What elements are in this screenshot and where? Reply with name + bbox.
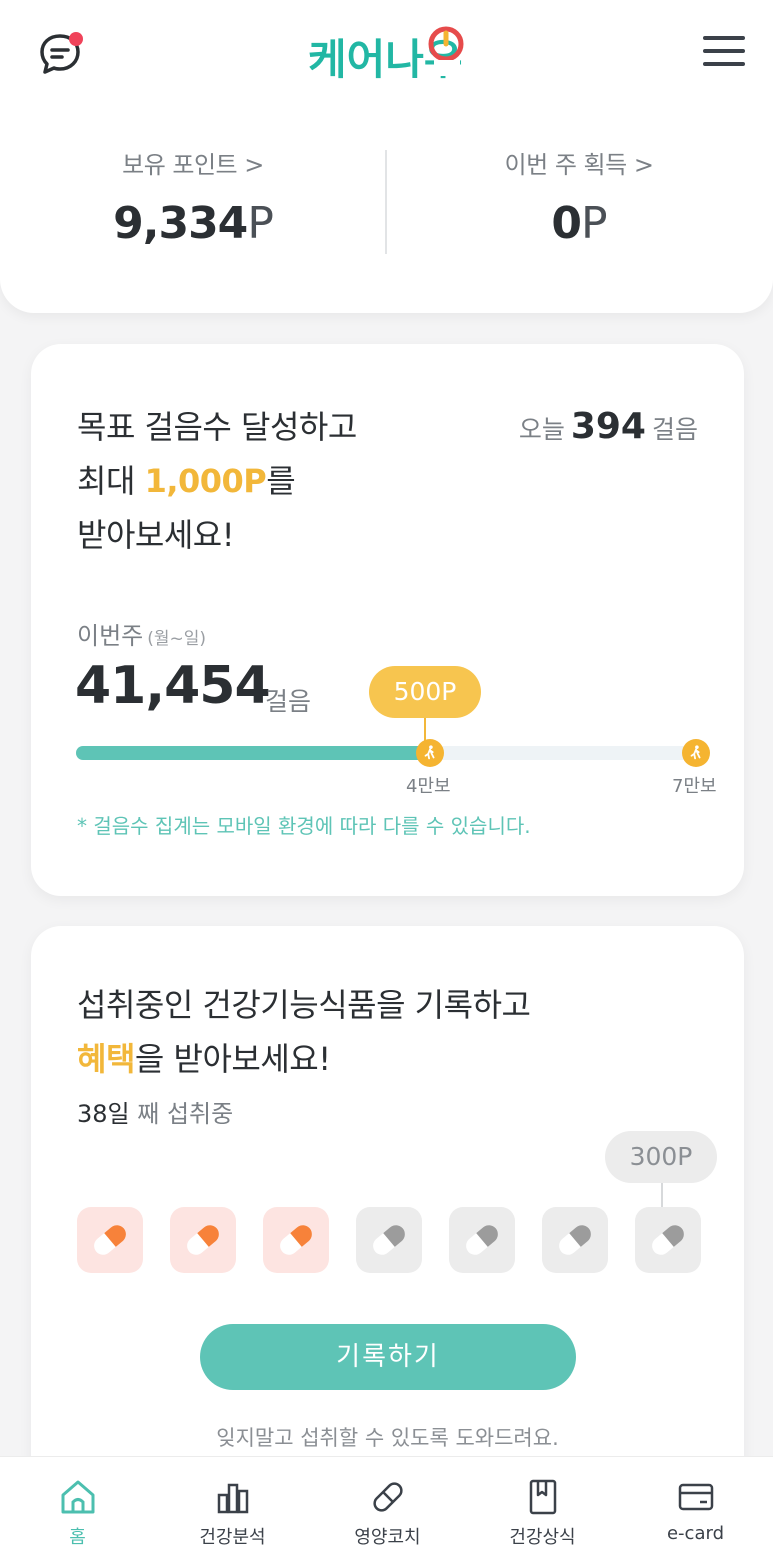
supplement-card-title: 섭취중인 건강기능식품을 기록하고 혜택을 받아보세요! xyxy=(77,986,531,1078)
pill-empty-icon xyxy=(635,1207,701,1273)
milestone-label-70k: 7만보 xyxy=(672,776,717,797)
nav-nutrition-coach-label: 영양코치 xyxy=(354,1527,421,1546)
nav-ecard-label: e-card xyxy=(666,1523,724,1544)
reward-bubble-pointer xyxy=(661,1183,663,1207)
reward-bubble-500p: 500P xyxy=(369,666,481,718)
header-panel: 케어나우 보유 포인트 > 9,334P 이번 주 획득 > 0P xyxy=(0,0,773,313)
record-button[interactable]: 기록하기 xyxy=(200,1324,576,1390)
steps-progress-fill xyxy=(76,746,444,760)
card-icon xyxy=(678,1483,714,1511)
milestone-label-40k: 4만보 xyxy=(406,776,451,797)
intake-days: 38일 째 섭취중 xyxy=(77,1100,234,1128)
nav-health-analysis-label: 건강분석 xyxy=(199,1527,266,1546)
walking-person-icon xyxy=(416,739,445,767)
walking-person-icon xyxy=(682,739,710,767)
nav-health-knowledge[interactable]: 건강상식 xyxy=(465,1457,620,1546)
chat-notification-icon[interactable] xyxy=(38,30,86,78)
notification-dot xyxy=(69,32,83,46)
weekly-points-value: 0P xyxy=(551,198,607,249)
pill-taken-icon xyxy=(170,1207,236,1273)
nav-home-label: 홈 xyxy=(69,1527,86,1546)
steps-card-title: 목표 걸음수 달성하고 최대 1,000P를 받아보세요! xyxy=(77,408,357,554)
supplement-card: 섭취중인 건강기능식품을 기록하고 혜택을 받아보세요! 38일 째 섭취중 3… xyxy=(31,926,744,1486)
week-steps-value: 41,454 xyxy=(75,656,271,716)
steps-disclaimer: * 걸음수 집계는 모바일 환경에 따라 다를 수 있습니다. xyxy=(77,814,531,838)
held-points-label[interactable]: 보유 포인트 > xyxy=(0,145,386,180)
week-steps-unit: 걸음 xyxy=(265,687,312,716)
weekly-points-label[interactable]: 이번 주 획득 > xyxy=(386,145,772,180)
home-icon xyxy=(61,1480,95,1514)
held-points[interactable]: 보유 포인트 > 9,334P xyxy=(0,145,386,249)
weekly-points[interactable]: 이번 주 획득 > 0P xyxy=(386,145,772,249)
carenow-logo: 케어나우 xyxy=(306,20,471,88)
today-steps: 오늘 394 걸음 xyxy=(518,406,698,447)
bookmark-book-icon xyxy=(529,1479,557,1515)
record-helper-text: 잊지말고 섭취할 수 있도록 도와드려요. xyxy=(216,1426,559,1450)
pill-icon xyxy=(373,1482,403,1512)
pill-empty-icon xyxy=(449,1207,515,1273)
nav-ecard[interactable]: e-card xyxy=(618,1457,773,1546)
hamburger-menu-icon[interactable] xyxy=(703,36,745,70)
pill-empty-icon xyxy=(542,1207,608,1273)
week-label: 이번주 (월~일) xyxy=(77,622,207,650)
nav-nutrition-coach[interactable]: 영양코치 xyxy=(310,1457,465,1546)
reward-bubble-300p: 300P xyxy=(605,1131,717,1183)
nav-health-knowledge-label: 건강상식 xyxy=(509,1527,576,1546)
pill-taken-icon xyxy=(263,1207,329,1273)
points-divider xyxy=(385,150,387,254)
held-points-value: 9,334P xyxy=(113,198,274,249)
steps-progress-bar xyxy=(76,746,696,760)
pill-empty-icon xyxy=(356,1207,422,1273)
bottom-navigation: 홈 건강분석 영양코치 건강상식 e-card xyxy=(0,1456,773,1546)
pill-taken-icon xyxy=(77,1207,143,1273)
nav-home[interactable]: 홈 xyxy=(0,1457,155,1546)
bar-chart-icon xyxy=(217,1483,249,1514)
nav-health-analysis[interactable]: 건강분석 xyxy=(155,1457,310,1546)
steps-card[interactable]: 목표 걸음수 달성하고 최대 1,000P를 받아보세요! 오늘 394 걸음 이번… xyxy=(31,344,744,896)
